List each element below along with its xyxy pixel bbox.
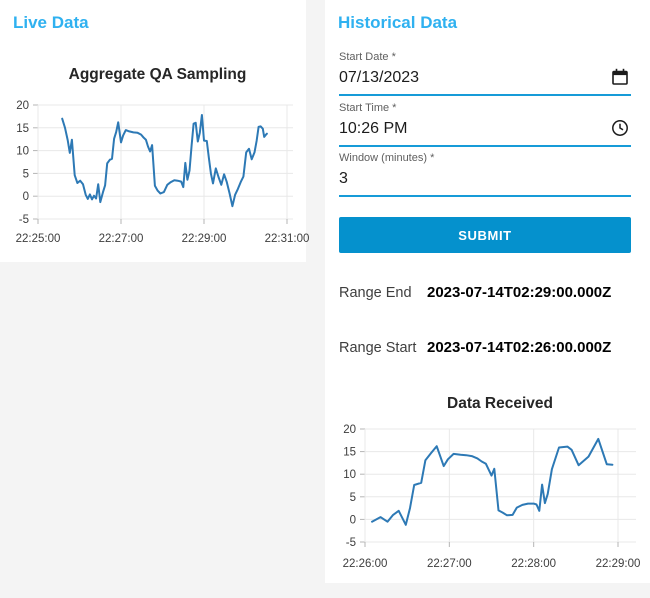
svg-text:20: 20	[16, 100, 29, 112]
range-start-label: Range Start	[339, 340, 417, 356]
range-end-label: Range End	[339, 285, 412, 301]
svg-text:22:29:00: 22:29:00	[182, 233, 227, 245]
svg-text:22:29:00: 22:29:00	[596, 558, 641, 570]
calendar-icon[interactable]	[611, 68, 629, 86]
svg-text:22:25:00: 22:25:00	[16, 233, 61, 245]
historical-data-panel: Historical Data Start Date * Start Time …	[325, 0, 650, 583]
live-chart-title: Aggregate QA Sampling	[68, 66, 247, 83]
live-data-panel: Live Data Aggregate QA Sampling 20 15 10 5 0…	[0, 0, 310, 262]
received-chart-title: Data Received	[447, 395, 553, 412]
start-time-label: Start Time *	[339, 102, 397, 114]
svg-text:22:31:00: 22:31:00	[265, 233, 310, 245]
aggregate-qa-sampling-chart: 20 15 10 5 0 -5 22:25:00 22:27:00 22:29:00 22:31:…	[16, 100, 310, 245]
start-date-input[interactable]	[339, 64, 603, 92]
start-time-field: Start Time *	[339, 101, 631, 147]
historical-data-heading: Historical Data	[338, 13, 458, 32]
svg-text:0: 0	[350, 514, 356, 526]
svg-text:0: 0	[23, 191, 29, 203]
window-minutes-label: Window (minutes) *	[339, 152, 435, 164]
start-date-label: Start Date *	[339, 51, 396, 63]
range-end-row: Range End 2023-07-14T02:29:00.000Z	[339, 284, 639, 304]
svg-text:10: 10	[343, 469, 356, 481]
range-start-row: Range Start 2023-07-14T02:26:00.000Z	[339, 339, 639, 359]
svg-text:10: 10	[16, 146, 29, 158]
live-data-heading: Live Data	[13, 13, 89, 32]
svg-text:15: 15	[343, 447, 356, 459]
svg-text:20: 20	[343, 424, 356, 436]
start-date-field: Start Date *	[339, 50, 631, 96]
range-end-value: 2023-07-14T02:29:00.000Z	[427, 284, 612, 301]
range-start-value: 2023-07-14T02:26:00.000Z	[427, 339, 612, 356]
clock-icon[interactable]	[611, 119, 629, 137]
window-minutes-input[interactable]	[339, 165, 631, 193]
svg-text:22:27:00: 22:27:00	[427, 558, 472, 570]
svg-text:5: 5	[23, 168, 29, 180]
start-time-input[interactable]	[339, 115, 603, 143]
svg-text:15: 15	[16, 123, 29, 135]
window-minutes-field: Window (minutes) *	[339, 151, 631, 197]
svg-text:22:26:00: 22:26:00	[343, 558, 388, 570]
submit-button[interactable]: SUBMIT	[339, 217, 631, 253]
data-received-chart: 20 15 10 5 0 -5 22:26:00 22:27:00 22:28:00 22:29:…	[343, 424, 641, 570]
svg-text:22:27:00: 22:27:00	[99, 233, 144, 245]
svg-text:5: 5	[350, 492, 356, 504]
svg-text:-5: -5	[346, 537, 356, 549]
svg-text:22:28:00: 22:28:00	[511, 558, 556, 570]
svg-text:-5: -5	[19, 214, 29, 226]
